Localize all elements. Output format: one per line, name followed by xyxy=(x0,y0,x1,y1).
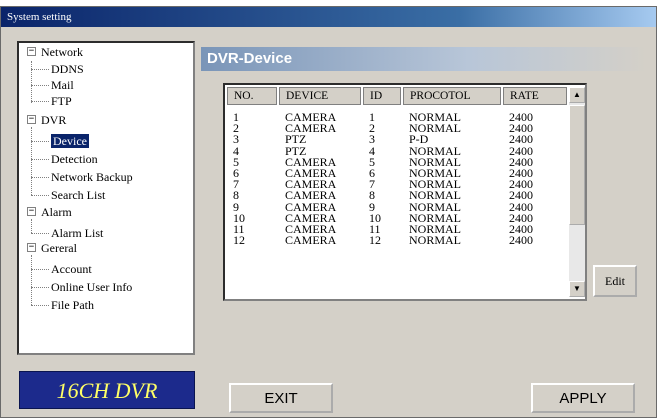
tree-item-alarm[interactable]: Alarm xyxy=(41,205,72,219)
tree-expander-general[interactable]: − xyxy=(27,243,36,252)
tree-connector xyxy=(31,61,32,103)
tree-connector xyxy=(31,69,49,70)
cell-protocol: NORMAL xyxy=(409,233,462,248)
tree-connector xyxy=(31,305,49,306)
tree-item-mail[interactable]: Mail xyxy=(51,78,74,92)
settings-tree[interactable]: − Network DDNS Mail FTP − DVR Device Det… xyxy=(17,41,195,355)
tree-connector xyxy=(31,269,49,270)
tree-expander-alarm[interactable]: − xyxy=(27,207,36,216)
tree-item-file-path[interactable]: File Path xyxy=(51,298,94,312)
tree-item-search-list[interactable]: Search List xyxy=(51,188,105,202)
column-header-rate[interactable]: RATE xyxy=(503,87,567,105)
tree-connector xyxy=(31,219,32,233)
window-titlebar: System setting xyxy=(1,7,656,27)
tree-connector xyxy=(31,101,49,102)
scroll-down-button[interactable]: ▼ xyxy=(569,281,585,297)
product-logo: 16CH DVR xyxy=(19,371,195,409)
tree-connector xyxy=(31,233,49,234)
tree-connector xyxy=(31,85,49,86)
tree-item-ddns[interactable]: DDNS xyxy=(51,62,84,76)
table-row[interactable]: 12 CAMERA 12 NORMAL 2400 xyxy=(225,233,565,248)
tree-item-dvr[interactable]: DVR xyxy=(41,113,66,127)
window-title: System setting xyxy=(7,11,72,23)
tree-item-detection[interactable]: Detection xyxy=(51,152,98,166)
tree-connector xyxy=(31,127,32,195)
tree-expander-dvr[interactable]: − xyxy=(27,115,36,124)
apply-button[interactable]: APPLY xyxy=(531,383,635,413)
tree-item-ftp[interactable]: FTP xyxy=(51,94,72,108)
tree-item-online-user-info[interactable]: Online User Info xyxy=(51,280,132,294)
tree-item-alarm-list[interactable]: Alarm List xyxy=(51,226,103,240)
edit-button[interactable]: Edit xyxy=(593,265,637,297)
tree-item-network[interactable]: Network xyxy=(41,45,83,59)
tree-connector xyxy=(31,255,32,305)
panel-title: DVR-Device xyxy=(201,47,647,71)
column-header-device[interactable]: DEVICE xyxy=(279,87,361,105)
tree-item-account[interactable]: Account xyxy=(51,262,92,276)
tree-connector xyxy=(31,141,49,142)
system-setting-window: System setting − Network DDNS Mail FTP −… xyxy=(0,6,657,418)
tree-connector xyxy=(31,159,49,160)
column-header-id[interactable]: ID xyxy=(363,87,401,105)
cell-no: 12 xyxy=(233,233,245,248)
tree-item-general[interactable]: Gereral xyxy=(41,241,77,255)
cell-rate: 2400 xyxy=(509,233,533,248)
tree-item-network-backup[interactable]: Network Backup xyxy=(51,170,133,184)
exit-button[interactable]: EXIT xyxy=(229,383,333,413)
cell-id: 12 xyxy=(369,233,381,248)
column-header-protocol[interactable]: PROCOTOL xyxy=(403,87,501,105)
column-header-no[interactable]: NO. xyxy=(227,87,277,105)
tree-expander-network[interactable]: − xyxy=(27,47,36,56)
scroll-thumb[interactable] xyxy=(569,105,585,225)
tree-connector xyxy=(31,177,49,178)
tree-item-device[interactable]: Device xyxy=(51,134,89,148)
tree-connector xyxy=(31,287,49,288)
table-scrollbar[interactable]: ▲ ▼ xyxy=(569,87,585,297)
tree-connector xyxy=(31,195,49,196)
cell-device: CAMERA xyxy=(285,233,337,248)
device-table[interactable]: NO. DEVICE ID PROCOTOL RATE 1 CAMERA 1 NORM… xyxy=(223,83,587,301)
scroll-up-button[interactable]: ▲ xyxy=(569,87,585,103)
